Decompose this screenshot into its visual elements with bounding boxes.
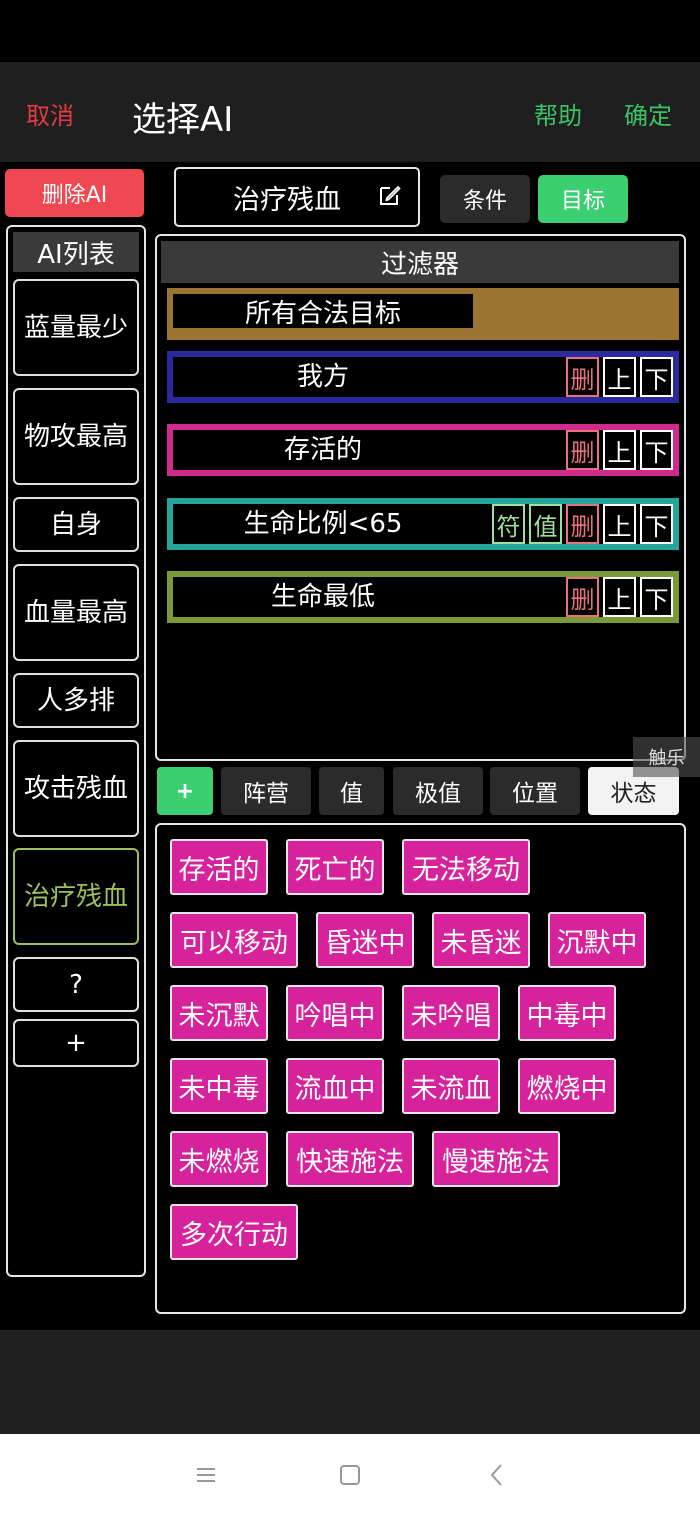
move-up-button[interactable]: 上: [603, 577, 636, 617]
status-option-button[interactable]: 沉默中: [548, 912, 646, 968]
move-down-button[interactable]: 下: [640, 357, 673, 397]
tab-position[interactable]: 位置: [490, 767, 580, 815]
move-up-button[interactable]: 上: [603, 504, 636, 544]
status-option-button[interactable]: 无法移动: [402, 839, 530, 895]
filter-label: 我方: [173, 357, 473, 392]
status-option-button[interactable]: 未燃烧: [170, 1131, 268, 1187]
move-down-button[interactable]: 下: [640, 504, 673, 544]
status-option-button[interactable]: 慢速施法: [432, 1131, 560, 1187]
status-option-button[interactable]: 快速施法: [286, 1131, 414, 1187]
delete-filter-button[interactable]: 删: [566, 430, 599, 470]
help-button[interactable]: 帮助: [534, 96, 582, 131]
bottom-area: [0, 1330, 700, 1434]
cancel-button[interactable]: 取消: [26, 96, 74, 131]
tab-camp[interactable]: 阵营: [221, 767, 311, 815]
status-option-button[interactable]: 未沉默: [170, 985, 268, 1041]
ai-list-title: AI列表: [13, 232, 139, 272]
home-icon[interactable]: [335, 1460, 365, 1490]
status-option-button[interactable]: 未吟唱: [402, 985, 500, 1041]
tab-value[interactable]: 值: [319, 767, 384, 815]
status-option-button[interactable]: 未流血: [402, 1058, 500, 1114]
page-title: 选择AI: [132, 100, 234, 140]
edit-icon[interactable]: [378, 183, 402, 207]
filter-row[interactable]: 生命比例<65 符值删上下: [167, 498, 679, 550]
filter-row[interactable]: 生命最低 删上下: [167, 571, 679, 623]
ai-list-item[interactable]: 自身: [13, 497, 139, 552]
tab-target[interactable]: 目标: [538, 175, 628, 223]
tab-extremum[interactable]: 极值: [393, 767, 483, 815]
status-option-button[interactable]: 未中毒: [170, 1058, 268, 1114]
delete-filter-button[interactable]: 删: [566, 357, 599, 397]
move-up-button[interactable]: 上: [603, 357, 636, 397]
tab-condition[interactable]: 条件: [440, 175, 530, 223]
ai-list-item[interactable]: 血量最高: [13, 564, 139, 661]
status-option-button[interactable]: 燃烧中: [518, 1058, 616, 1114]
status-bar: [0, 0, 700, 62]
ai-list-item[interactable]: 攻击残血: [13, 740, 139, 837]
filter-label: 生命最低: [173, 577, 473, 612]
move-down-button[interactable]: 下: [640, 430, 673, 470]
delete-ai-button[interactable]: 删除AI: [5, 169, 144, 217]
operator-button[interactable]: 符: [492, 504, 525, 544]
filter-label: 存活的: [173, 430, 473, 465]
status-option-button[interactable]: 存活的: [170, 839, 268, 895]
ai-list-item[interactable]: 物攻最高: [13, 388, 139, 485]
back-icon[interactable]: [482, 1460, 512, 1490]
confirm-button[interactable]: 确定: [624, 96, 672, 131]
ai-name-text: 治疗残血: [233, 184, 341, 216]
status-option-button[interactable]: 流血中: [286, 1058, 384, 1114]
ai-list-item[interactable]: 蓝量最少: [13, 279, 139, 376]
status-option-button[interactable]: 可以移动: [170, 912, 298, 968]
filter-row[interactable]: 我方 删上下: [167, 351, 679, 403]
add-filter-button[interactable]: +: [157, 767, 213, 815]
ai-list-item-selected[interactable]: 治疗残血: [13, 848, 139, 945]
filter-row[interactable]: 所有合法目标: [167, 288, 679, 340]
watermark: 触乐: [633, 737, 700, 777]
filter-label: 所有合法目标: [173, 294, 473, 329]
move-up-button[interactable]: 上: [603, 430, 636, 470]
filter-row[interactable]: 存活的 删上下: [167, 424, 679, 476]
ai-list-item[interactable]: 人多排: [13, 673, 139, 728]
status-option-button[interactable]: 中毒中: [518, 985, 616, 1041]
header-bar: [0, 62, 700, 162]
status-option-button[interactable]: 吟唱中: [286, 985, 384, 1041]
menu-icon[interactable]: [191, 1460, 221, 1490]
value-button[interactable]: 值: [529, 504, 562, 544]
filter-title: 过滤器: [161, 241, 679, 283]
ai-list-item[interactable]: ?: [13, 957, 139, 1012]
delete-filter-button[interactable]: 删: [566, 504, 599, 544]
delete-filter-button[interactable]: 删: [566, 577, 599, 617]
move-down-button[interactable]: 下: [640, 577, 673, 617]
add-ai-button[interactable]: +: [13, 1019, 139, 1067]
status-option-button[interactable]: 多次行动: [170, 1204, 298, 1260]
status-option-button[interactable]: 未昏迷: [432, 912, 530, 968]
status-option-button[interactable]: 昏迷中: [316, 912, 414, 968]
filter-label: 生命比例<65: [173, 504, 473, 539]
status-option-button[interactable]: 死亡的: [286, 839, 384, 895]
